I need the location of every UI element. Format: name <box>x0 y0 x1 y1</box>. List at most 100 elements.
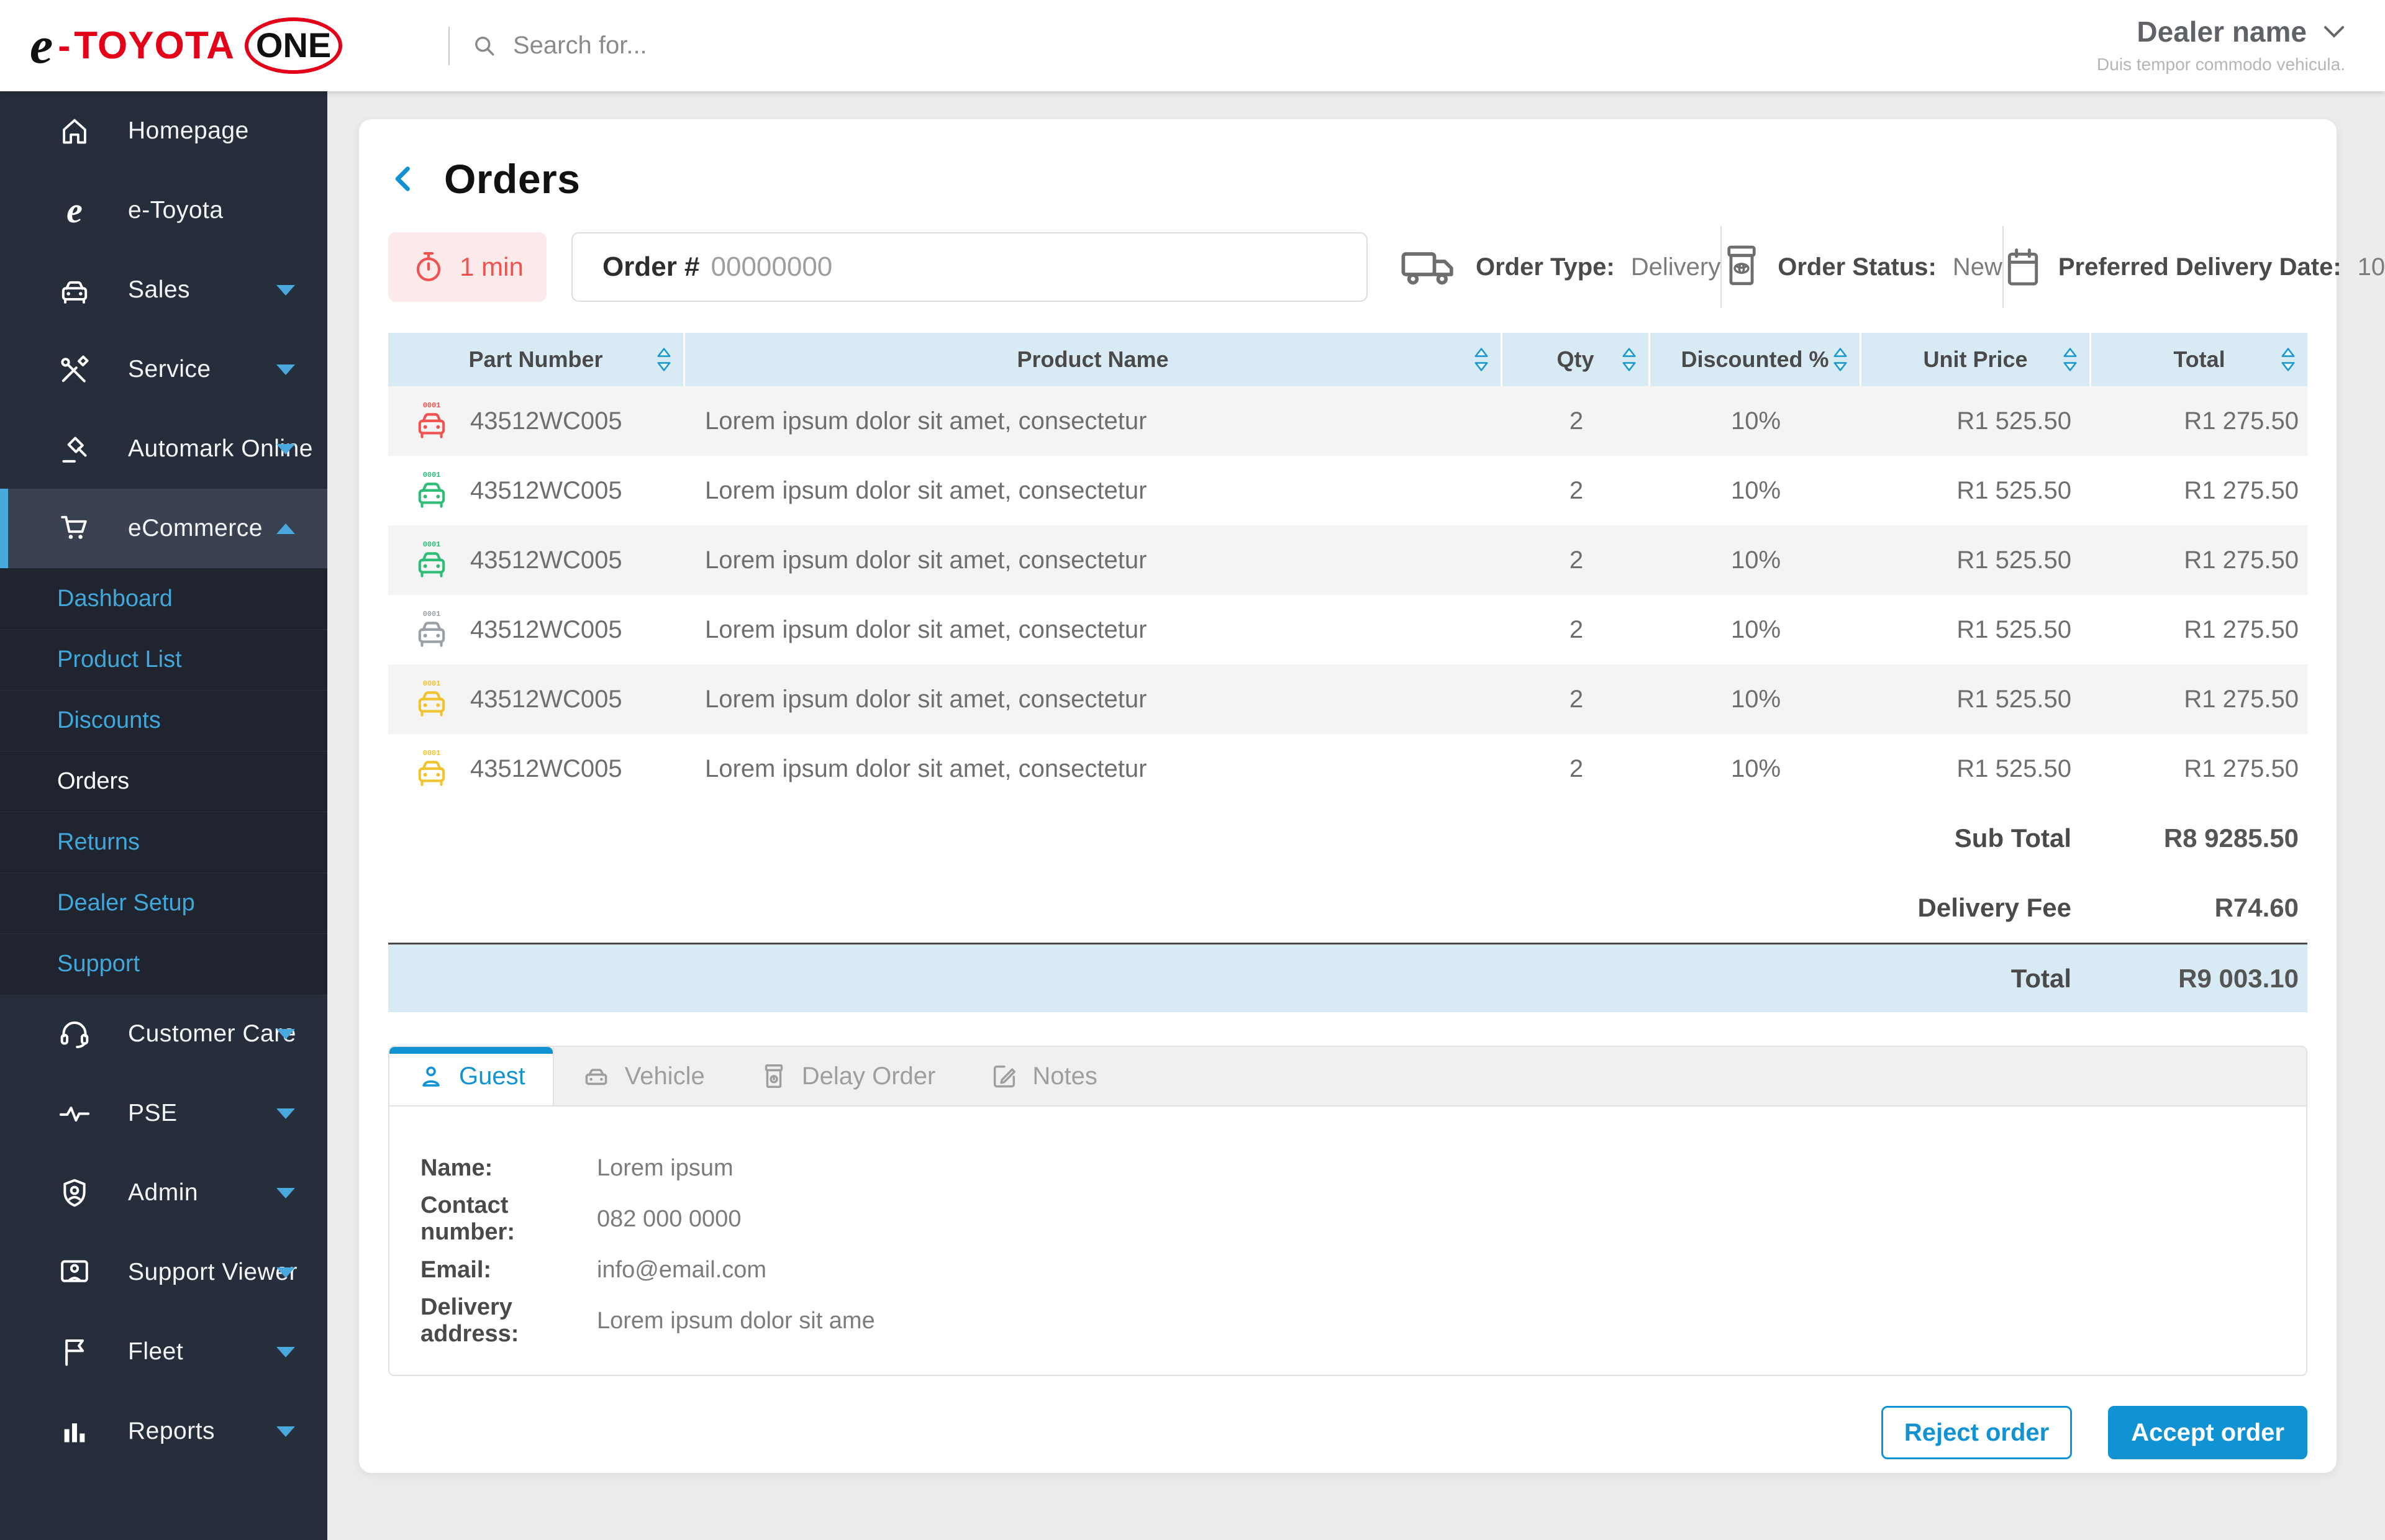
sidebar-item-automark-online[interactable]: Automark Online <box>0 409 327 489</box>
order-status-value: New <box>1953 253 2002 281</box>
svg-text:0001: 0001 <box>423 471 441 479</box>
product-name: Lorem ipsum dolor sit amet, consectetur <box>685 546 1502 574</box>
line-total: R1 275.50 <box>2091 686 2307 713</box>
unit-price: R1 525.50 <box>1861 546 2091 574</box>
vehicle-status-icon: 0001 <box>412 469 452 512</box>
chevron-down-icon <box>276 365 295 375</box>
sidebar-item-ecommerce[interactable]: eCommerce <box>0 489 327 568</box>
tab-vehicle[interactable]: Vehicle <box>554 1047 732 1105</box>
line-total: R1 275.50 <box>2091 546 2307 574</box>
sidebar-item-service[interactable]: Service <box>0 330 327 409</box>
delivery-fee-row: Delivery Fee R74.60 <box>388 873 2307 943</box>
sidebar-item-reports[interactable]: Reports <box>0 1392 327 1471</box>
reject-order-button[interactable]: Reject order <box>1881 1406 2072 1459</box>
column-header-total[interactable]: Total <box>2091 333 2307 386</box>
column-header-product-name[interactable]: Product Name <box>685 333 1502 386</box>
subtotal-row: Sub Total R8 9285.50 <box>388 804 2307 873</box>
logo-toyota: TOYOTA <box>74 24 235 68</box>
e-toyota-icon: e <box>57 193 92 228</box>
tab-delay-order[interactable]: Delay Order <box>732 1047 963 1105</box>
delivery-fee-value: R74.60 <box>2091 893 2307 923</box>
table-row[interactable]: 0001 43512WC005 Lorem ipsum dolor sit am… <box>388 734 2307 804</box>
chevron-down-icon <box>276 444 295 455</box>
part-number: 43512WC005 <box>470 686 622 713</box>
sidebar-item-fleet[interactable]: Fleet <box>0 1312 327 1392</box>
sidebar-item-customer-care[interactable]: Customer Care <box>0 994 327 1074</box>
tab-guest[interactable]: Guest <box>389 1047 554 1105</box>
column-header-part-number[interactable]: Part Number <box>388 333 685 386</box>
chevron-down-icon <box>276 1188 295 1198</box>
sidebar-item-homepage[interactable]: Homepage <box>0 91 327 171</box>
header-divider <box>448 27 450 65</box>
sort-icon[interactable] <box>1832 346 1848 373</box>
sidebar-subitem[interactable]: Product List <box>0 629 327 690</box>
column-header-unit-price[interactable]: Unit Price <box>1861 333 2091 386</box>
sidebar-subitem[interactable]: Dealer Setup <box>0 872 327 933</box>
sidebar-subitem[interactable]: Returns <box>0 812 327 872</box>
sidebar-item-sales[interactable]: Sales <box>0 250 327 330</box>
unit-price: R1 525.50 <box>1861 755 2091 783</box>
sort-icon[interactable] <box>1473 346 1489 373</box>
part-number: 43512WC005 <box>470 477 622 505</box>
order-meta: Order Type: Delivery Order Status: New P… <box>1400 226 2385 308</box>
sidebar-subitem[interactable]: Discounts <box>0 690 327 751</box>
svg-text:0001: 0001 <box>423 401 441 410</box>
sort-icon[interactable] <box>2280 346 2296 373</box>
delivery-fee-label: Delivery Fee <box>388 893 2091 923</box>
sort-icon[interactable] <box>656 346 672 373</box>
table-row[interactable]: 0001 43512WC005 Lorem ipsum dolor sit am… <box>388 456 2307 525</box>
unit-price: R1 525.50 <box>1861 616 2091 644</box>
logo-dash: - <box>58 24 70 67</box>
car-icon <box>581 1061 611 1091</box>
sidebar-subitem[interactable]: Support <box>0 933 327 994</box>
tab-notes[interactable]: Notes <box>963 1047 1125 1105</box>
chevron-down-icon <box>276 285 295 296</box>
delivery-date-label: Preferred Delivery Date: <box>2058 253 2342 281</box>
accept-order-button[interactable]: Accept order <box>2108 1406 2307 1459</box>
sort-icon[interactable] <box>1621 346 1637 373</box>
tools-icon <box>57 352 92 387</box>
order-type-value: Delivery <box>1631 253 1720 281</box>
table-row[interactable]: 0001 43512WC005 Lorem ipsum dolor sit am… <box>388 386 2307 456</box>
vehicle-status-icon: 0001 <box>412 677 452 721</box>
table-row[interactable]: 0001 43512WC005 Lorem ipsum dolor sit am… <box>388 595 2307 664</box>
subtotal-label: Sub Total <box>388 823 2091 853</box>
guest-field-value: info@email.com <box>597 1257 766 1284</box>
guest-field-label: Email: <box>420 1257 597 1284</box>
delay-box-icon <box>760 1062 788 1090</box>
page-title: Orders <box>444 155 580 202</box>
guest-field-label: Contact number: <box>420 1192 597 1246</box>
sort-icon[interactable] <box>2062 346 2078 373</box>
column-header-discounted[interactable]: Discounted % <box>1650 333 1861 386</box>
sidebar-subitem[interactable]: Orders <box>0 751 327 812</box>
truck-icon <box>1400 245 1460 289</box>
order-status-group: Order Status: New <box>1722 240 2002 294</box>
order-items-table: Part Number Product Name Qty Discounted … <box>388 333 2307 1012</box>
app-logo: e-TOYOTA ONE <box>30 0 342 91</box>
sidebar-item-pse[interactable]: PSE <box>0 1074 327 1153</box>
stopwatch-icon <box>411 250 446 284</box>
order-number-label: Order # <box>602 251 700 283</box>
line-total: R1 275.50 <box>2091 616 2307 644</box>
home-icon <box>57 114 92 148</box>
part-number: 43512WC005 <box>470 616 622 644</box>
order-number-field[interactable]: Order # 00000000 <box>571 232 1368 302</box>
sidebar-item-admin[interactable]: Admin <box>0 1153 327 1233</box>
search-input[interactable] <box>513 32 886 60</box>
column-header-qty[interactable]: Qty <box>1502 333 1650 386</box>
dealer-menu[interactable]: Dealer name Duis tempor commodo vehicula… <box>2097 15 2345 75</box>
sidebar-item-support-viewer[interactable]: Support Viewer <box>0 1233 327 1312</box>
calendar-icon <box>2004 244 2042 290</box>
timer-badge: 1 min <box>388 232 547 302</box>
vehicle-status-icon: 0001 <box>412 608 452 651</box>
sidebar-subitem[interactable]: Dashboard <box>0 568 327 629</box>
table-row[interactable]: 0001 43512WC005 Lorem ipsum dolor sit am… <box>388 664 2307 734</box>
discount-percent: 10% <box>1650 407 1861 435</box>
back-button[interactable] <box>388 161 420 197</box>
guest-field-row: Contact number: 082 000 0000 <box>420 1194 2275 1244</box>
bar-chart-icon <box>57 1414 92 1449</box>
table-row[interactable]: 0001 43512WC005 Lorem ipsum dolor sit am… <box>388 525 2307 595</box>
order-status-label: Order Status: <box>1778 253 1937 281</box>
table-header: Part Number Product Name Qty Discounted … <box>388 333 2307 386</box>
sidebar-item-e-toyota[interactable]: e e-Toyota <box>0 171 327 250</box>
